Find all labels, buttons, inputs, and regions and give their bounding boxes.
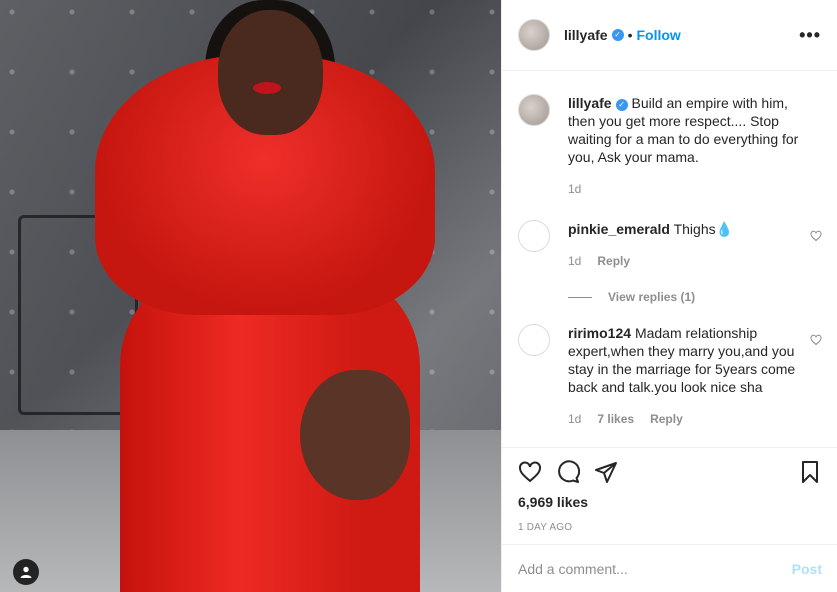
bookmark-icon[interactable] (798, 460, 822, 484)
verified-icon: ✓ (611, 29, 624, 41)
comment-time: 1d (568, 412, 582, 426)
separator-dot: • (627, 27, 633, 43)
caption: lillyafe ✓ Build an empire with him, then… (518, 94, 822, 198)
list-item: pinkie_emerald Thighs💧 1d Reply (518, 220, 822, 270)
list-item: ririmo124 Madam relationship expert,when… (518, 324, 822, 428)
comment-icon[interactable] (556, 460, 580, 484)
comment-likes[interactable]: 7 likes (597, 410, 634, 428)
user-tag-icon (20, 566, 32, 578)
author-avatar[interactable] (518, 19, 550, 51)
reply-button[interactable]: Reply (650, 410, 683, 428)
instagram-post-view: lillyafe ✓ • Follow ••• lillyafe ✓ Build … (0, 0, 837, 592)
action-bar (518, 448, 822, 496)
comment-time: 1d (568, 254, 582, 268)
heart-icon[interactable] (810, 230, 822, 242)
post-photo[interactable] (0, 0, 501, 592)
caption-username[interactable]: lillyafe (568, 95, 612, 111)
post-comment-button[interactable]: Post (792, 561, 822, 577)
more-icon[interactable]: ••• (799, 25, 821, 46)
view-replies-label: View replies (1) (608, 290, 696, 304)
comment-text: Thighs💧 (673, 221, 734, 237)
post-actions: 6,969 likes 1 DAY AGO (502, 447, 837, 533)
heart-icon[interactable] (518, 460, 542, 484)
view-replies[interactable]: View replies (1) (568, 290, 822, 304)
comment-username[interactable]: ririmo124 (568, 325, 631, 341)
comment-input[interactable] (518, 560, 792, 577)
post-timestamp: 1 DAY AGO (518, 522, 573, 533)
commenter-avatar[interactable] (518, 324, 550, 356)
follow-button[interactable]: Follow (637, 27, 681, 43)
post-side-panel: lillyafe ✓ • Follow ••• lillyafe ✓ Build … (501, 0, 837, 592)
comment-composer: Post (502, 544, 837, 592)
caption-avatar[interactable] (518, 94, 550, 126)
author-username[interactable]: lillyafe (564, 27, 608, 43)
likes-count[interactable]: 6,969 likes (518, 494, 822, 510)
comment-username[interactable]: pinkie_emerald (568, 221, 670, 237)
reply-button[interactable]: Reply (597, 252, 630, 270)
commenter-avatar[interactable] (518, 220, 550, 252)
share-icon[interactable] (594, 460, 618, 484)
heart-icon[interactable] (810, 334, 822, 346)
comment-meta: 1d 7 likes Reply (568, 410, 804, 428)
user-tag-button[interactable] (13, 559, 39, 585)
caption-meta: 1d (568, 180, 804, 198)
comments-list[interactable]: lillyafe ✓ Build an empire with him, then… (502, 72, 837, 447)
post-header: lillyafe ✓ • Follow ••• (502, 0, 837, 71)
comment-meta: 1d Reply (568, 252, 804, 270)
verified-icon: ✓ (615, 99, 628, 111)
caption-time: 1d (568, 182, 582, 196)
